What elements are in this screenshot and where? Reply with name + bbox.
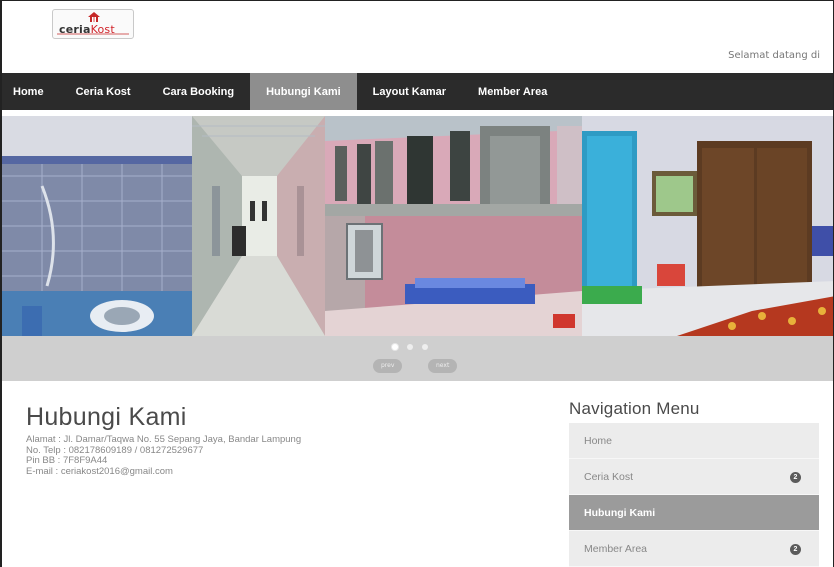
sidebar-menu: Home Ceria Kost 2 Hubungi Kami Member Ar… — [569, 423, 819, 567]
logo-roofline — [57, 33, 129, 35]
page-title: Hubungi Kami — [26, 403, 187, 431]
sidebar-item-label: Ceria Kost — [584, 471, 634, 483]
photo-pink-doors — [325, 116, 582, 216]
page-frame: ceriaKost Selamat datang di Home Ceria K… — [0, 0, 834, 567]
contact-info: Alamat : Jl. Damar/Taqwa No. 55 Sepang J… — [26, 434, 302, 477]
site-header: ceriaKost Selamat datang di — [2, 1, 833, 73]
sidebar-item-member-area[interactable]: Member Area 2 — [569, 531, 819, 567]
sidebar-item-hubungi-kami[interactable]: Hubungi Kami — [569, 495, 819, 531]
image-slider[interactable] — [2, 116, 833, 336]
sidebar-item-home[interactable]: Home — [569, 423, 819, 459]
slider-dot-1[interactable] — [392, 344, 398, 350]
nav-item-cara-booking[interactable]: Cara Booking — [147, 73, 251, 110]
main-nav: Home Ceria Kost Cara Booking Hubungi Kam… — [2, 73, 833, 110]
nav-item-home[interactable]: Home — [2, 73, 60, 110]
greeting-text: Selamat datang di — [728, 50, 820, 61]
nav-item-member-area[interactable]: Member Area — [462, 73, 563, 110]
nav-item-layout-kamar[interactable]: Layout Kamar — [357, 73, 462, 110]
photo-bedroom — [325, 216, 582, 336]
slider-next-button[interactable]: next — [428, 359, 458, 373]
contact-address: Alamat : Jl. Damar/Taqwa No. 55 Sepang J… — [26, 434, 302, 445]
slider-dot-2[interactable] — [407, 344, 413, 350]
slider-dots — [392, 344, 428, 350]
photo-bathroom — [2, 116, 192, 336]
house-icon — [88, 12, 100, 22]
slider-controls: prev next — [2, 336, 833, 381]
slider-dot-3[interactable] — [422, 344, 428, 350]
nav-item-hubungi-kami[interactable]: Hubungi Kami — [250, 73, 357, 110]
count-badge: 2 — [790, 544, 801, 555]
photo-wardrobe-room — [582, 116, 833, 336]
sidebar-item-label: Home — [584, 435, 613, 447]
slider-prev-button[interactable]: prev — [373, 359, 403, 373]
nav-item-ceria-kost[interactable]: Ceria Kost — [60, 73, 147, 110]
sidebar-item-ceria-kost[interactable]: Ceria Kost 2 — [569, 459, 819, 495]
photo-corridor — [192, 116, 325, 336]
contact-email: E-mail : ceriakost2016@gmail.com — [26, 465, 173, 477]
sidebar-item-label: Hubungi Kami — [584, 507, 656, 519]
site-logo[interactable]: ceriaKost — [52, 9, 134, 39]
count-badge: 2 — [790, 472, 801, 483]
sidebar-title: Navigation Menu — [569, 399, 700, 418]
sidebar-item-label: Member Area — [584, 543, 648, 555]
